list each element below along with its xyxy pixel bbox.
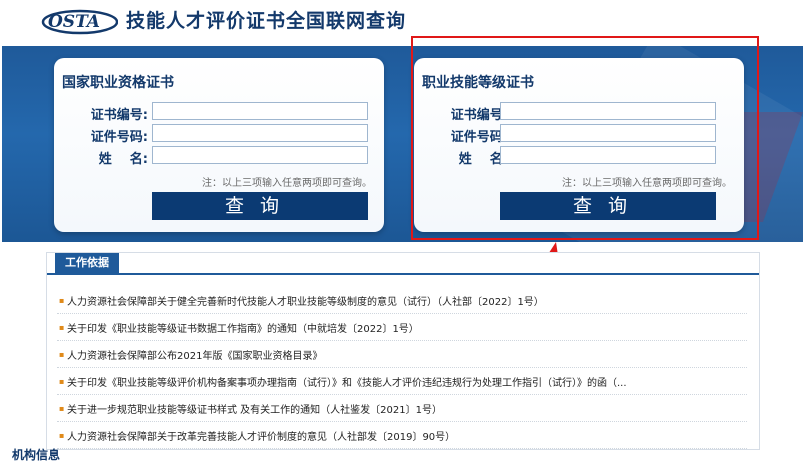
cert-number-input[interactable] bbox=[152, 102, 368, 120]
query-note: 注：以上三项输入任意两项即可查询。 bbox=[202, 178, 372, 189]
news-item[interactable]: ▪ 关于印发《职业技能等级评价机构备案事项办理指南（试行）》和《技能人才评价违纪… bbox=[57, 368, 747, 395]
panel-tabbar: 工作依据 bbox=[47, 253, 759, 275]
bullet-icon: ▪ bbox=[59, 404, 65, 413]
name-input[interactable] bbox=[152, 146, 368, 164]
name-label: 姓 名: bbox=[98, 152, 148, 167]
news-item[interactable]: ▪ 关于印发《职业技能等级证书数据工作指南》的通知（中就培发〔2022〕1号） bbox=[57, 314, 747, 341]
name-row: 姓 名: bbox=[54, 146, 384, 167]
news-link[interactable]: 人力资源社会保障部关于健全完善新时代技能人才职业技能等级制度的意见（试行）（人社… bbox=[67, 293, 544, 308]
card-title: 国家职业资格证书 bbox=[62, 75, 174, 91]
osta-logo[interactable]: OSTA bbox=[40, 5, 118, 35]
card-national-qualification: 国家职业资格证书 证书编号: 证件号码: 姓 名: 注：以上三项输入任意两项即可… bbox=[54, 58, 384, 232]
bullet-icon: ▪ bbox=[59, 323, 65, 332]
bullet-icon: ▪ bbox=[59, 431, 65, 440]
news-link[interactable]: 关于印发《职业技能等级评价机构备案事项办理指南（试行）》和《技能人才评价违纪违规… bbox=[67, 374, 627, 389]
news-link[interactable]: 人力资源社会保障部关于改革完善技能人才评价制度的意见（人社部发〔2019〕90号… bbox=[67, 428, 455, 443]
cert-number-row: 证书编号: bbox=[54, 102, 384, 123]
news-link[interactable]: 关于印发《职业技能等级证书数据工作指南》的通知（中就培发〔2022〕1号） bbox=[67, 320, 419, 335]
query-button[interactable]: 查询 bbox=[152, 192, 368, 220]
id-number-label: 证件号码: bbox=[90, 130, 148, 145]
news-item[interactable]: ▪ 人力资源社会保障部关于健全完善新时代技能人才职业技能等级制度的意见（试行）（… bbox=[57, 287, 747, 314]
news-item[interactable]: ▪ 人力资源社会保障部公布2021年版《国家职业资格目录》 bbox=[57, 341, 747, 368]
news-link[interactable]: 人力资源社会保障部公布2021年版《国家职业资格目录》 bbox=[67, 347, 322, 362]
tab-work-basis[interactable]: 工作依据 bbox=[55, 253, 119, 273]
bullet-icon: ▪ bbox=[59, 296, 65, 305]
news-item[interactable]: ▪ 人力资源社会保障部关于改革完善技能人才评价制度的意见（人社部发〔2019〕9… bbox=[57, 422, 747, 449]
news-link[interactable]: 关于进一步规范职业技能等级证书样式 及有关工作的通知（人社鉴发〔2021〕1号） bbox=[67, 401, 442, 416]
logo-text: OSTA bbox=[48, 12, 100, 32]
highlight-box bbox=[411, 36, 759, 240]
work-basis-panel: 工作依据 ▪ 人力资源社会保障部关于健全完善新时代技能人才职业技能等级制度的意见… bbox=[46, 252, 760, 450]
bullet-icon: ▪ bbox=[59, 377, 65, 386]
news-item[interactable]: ▪ 关于进一步规范职业技能等级证书样式 及有关工作的通知（人社鉴发〔2021〕1… bbox=[57, 395, 747, 422]
bullet-icon: ▪ bbox=[59, 350, 65, 359]
id-number-input[interactable] bbox=[152, 124, 368, 142]
site-title: 技能人才评价证书全国联网查询 bbox=[126, 10, 407, 32]
cert-number-label: 证书编号: bbox=[90, 108, 148, 123]
id-number-row: 证件号码: bbox=[54, 124, 384, 145]
